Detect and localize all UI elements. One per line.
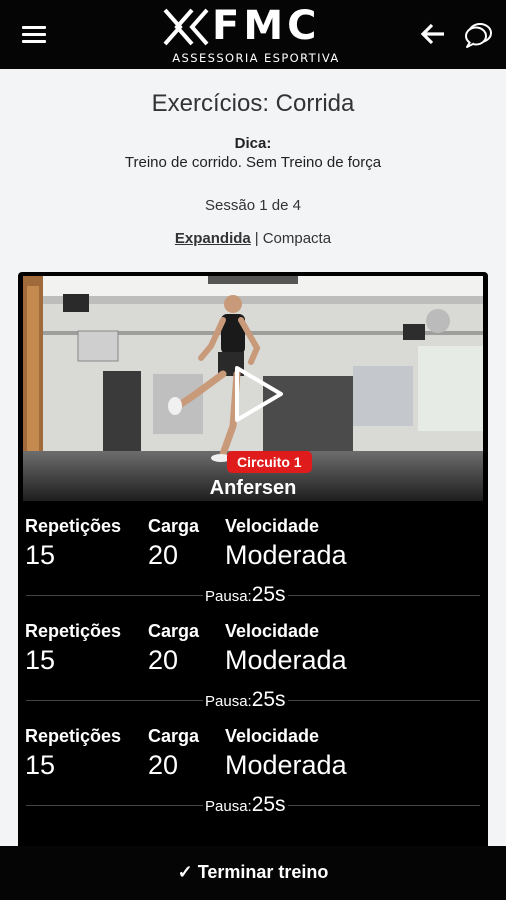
view-mode-toggle: Expandida | Compacta	[0, 229, 506, 249]
pause-label: Pausa:	[205, 693, 252, 710]
logo: FMC ASSESSORIA ESPORTIVA	[160, 3, 350, 66]
top-bar: FMC ASSESSORIA ESPORTIVA	[0, 0, 506, 69]
speed-label: Velocidade	[225, 621, 320, 641]
exercise-name: Anfersen	[209, 477, 297, 499]
pause-label: Pausa:	[205, 588, 252, 605]
pause-label: Pausa:	[205, 798, 252, 815]
load-label: Carga	[148, 621, 200, 641]
page-title: Exercícios: Corrida	[151, 90, 355, 117]
exercise-set: Repetições Carga Velocidade 15 20 Modera…	[18, 514, 488, 618]
exercise-set: Repetições Carga Velocidade 15 20 Modera…	[18, 724, 488, 828]
load-value: 20	[148, 645, 179, 675]
arrow-left-icon[interactable]	[420, 22, 446, 51]
tip-text: Treino de corrido. Sem Treino de força	[124, 154, 382, 171]
speed-value: Moderada	[225, 645, 347, 675]
pause-indicator: Pausa:25s	[203, 583, 288, 607]
logo-mark-icon	[163, 8, 209, 46]
load-label: Carga	[148, 726, 200, 746]
pause-value: 25s	[251, 793, 286, 816]
reps-value: 15	[25, 645, 56, 675]
reps-label: Repetições	[25, 621, 122, 641]
play-icon[interactable]	[231, 364, 287, 424]
circuit-badge: Circuito 1	[227, 451, 312, 473]
reps-label: Repetições	[25, 516, 122, 536]
speed-label: Velocidade	[225, 726, 320, 746]
view-separator: |	[254, 230, 259, 247]
load-label: Carga	[148, 516, 200, 536]
reps-value: 15	[25, 540, 56, 570]
logo-wordmark: FMC	[212, 3, 321, 49]
exercise-card: Circuito 1 Anfersen Repetições Carga Vel…	[18, 272, 488, 872]
exercise-set: Repetições Carga Velocidade 15 20 Modera…	[18, 619, 488, 723]
logo-subtitle: ASSESSORIA ESPORTIVA	[172, 51, 340, 65]
session-counter: Sessão 1 de 4	[205, 197, 301, 214]
tip-label: Dica:	[234, 135, 272, 152]
load-value: 20	[148, 540, 179, 570]
pause-indicator: Pausa:25s	[203, 793, 288, 817]
view-expanded-link[interactable]: Expandida	[175, 230, 251, 247]
pause-value: 25s	[251, 688, 286, 711]
pause-value: 25s	[251, 583, 286, 606]
load-value: 20	[148, 750, 179, 780]
footer-bar: ✓ Terminar treino	[0, 846, 506, 900]
reps-value: 15	[25, 750, 56, 780]
speed-label: Velocidade	[225, 516, 320, 536]
pause-indicator: Pausa:25s	[203, 688, 288, 712]
hamburger-menu-icon[interactable]	[22, 26, 48, 44]
finish-workout-button[interactable]: ✓ Terminar treino	[0, 846, 506, 900]
reps-label: Repetições	[25, 726, 122, 746]
speed-value: Moderada	[225, 750, 347, 780]
chat-bubble-icon[interactable]	[464, 21, 494, 54]
speed-value: Moderada	[225, 540, 347, 570]
view-compact-link[interactable]: Compacta	[263, 230, 331, 247]
